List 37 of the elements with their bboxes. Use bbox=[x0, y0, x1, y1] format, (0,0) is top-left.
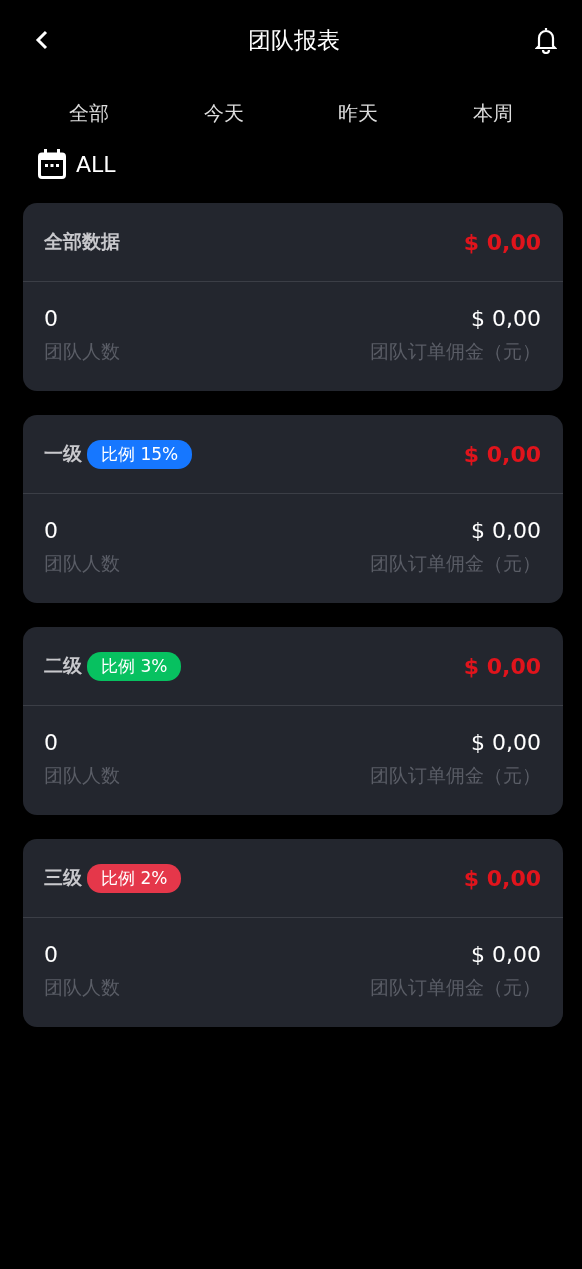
period-tab[interactable]: 今天 bbox=[195, 96, 252, 131]
total-amount: $ 0,00 bbox=[463, 441, 541, 467]
ratio-tag: 比例 3% bbox=[87, 651, 182, 681]
total-amount: $ 0,00 bbox=[463, 653, 541, 679]
total-amount: $ 0,00 bbox=[463, 229, 541, 255]
date-filter-label[interactable]: ALL bbox=[76, 151, 116, 177]
bell-icon bbox=[535, 26, 557, 54]
commission-amount: $ 0,00 bbox=[471, 942, 541, 967]
member-count-label: 团队人数 bbox=[44, 975, 121, 1000]
member-count: 0 bbox=[44, 518, 59, 543]
commission-amount: $ 0,00 bbox=[471, 518, 541, 543]
commission-label: 团队订单佣金（元） bbox=[370, 975, 541, 1000]
member-count: 0 bbox=[44, 942, 59, 967]
calendar-icon bbox=[38, 149, 66, 179]
period-tab[interactable]: 昨天 bbox=[330, 96, 387, 131]
period-tab[interactable]: 本周 bbox=[464, 96, 521, 131]
page-title: 团队报表 bbox=[248, 25, 340, 55]
ratio-tag: 比例 15% bbox=[87, 439, 193, 469]
level-title: 三级 bbox=[44, 865, 82, 890]
commission-label: 团队订单佣金（元） bbox=[370, 763, 541, 788]
commission-label: 团队订单佣金（元） bbox=[370, 339, 541, 364]
level-title: 全部数据 bbox=[44, 229, 120, 254]
total-amount: $ 0,00 bbox=[463, 865, 541, 891]
ratio-tag: 比例 2% bbox=[87, 863, 182, 893]
member-count-label: 团队人数 bbox=[44, 339, 121, 364]
notification-button[interactable] bbox=[534, 26, 558, 54]
commission-amount: $ 0,00 bbox=[471, 306, 541, 331]
member-count: 0 bbox=[44, 306, 59, 331]
member-count-label: 团队人数 bbox=[44, 763, 121, 788]
member-count: 0 bbox=[44, 730, 59, 755]
commission-label: 团队订单佣金（元） bbox=[370, 551, 541, 576]
level-title: 二级 bbox=[44, 653, 82, 678]
period-tab[interactable]: 全部 bbox=[61, 96, 118, 131]
commission-amount: $ 0,00 bbox=[471, 730, 541, 755]
member-count-label: 团队人数 bbox=[44, 551, 121, 576]
back-icon bbox=[35, 30, 49, 50]
level-title: 一级 bbox=[44, 441, 82, 466]
